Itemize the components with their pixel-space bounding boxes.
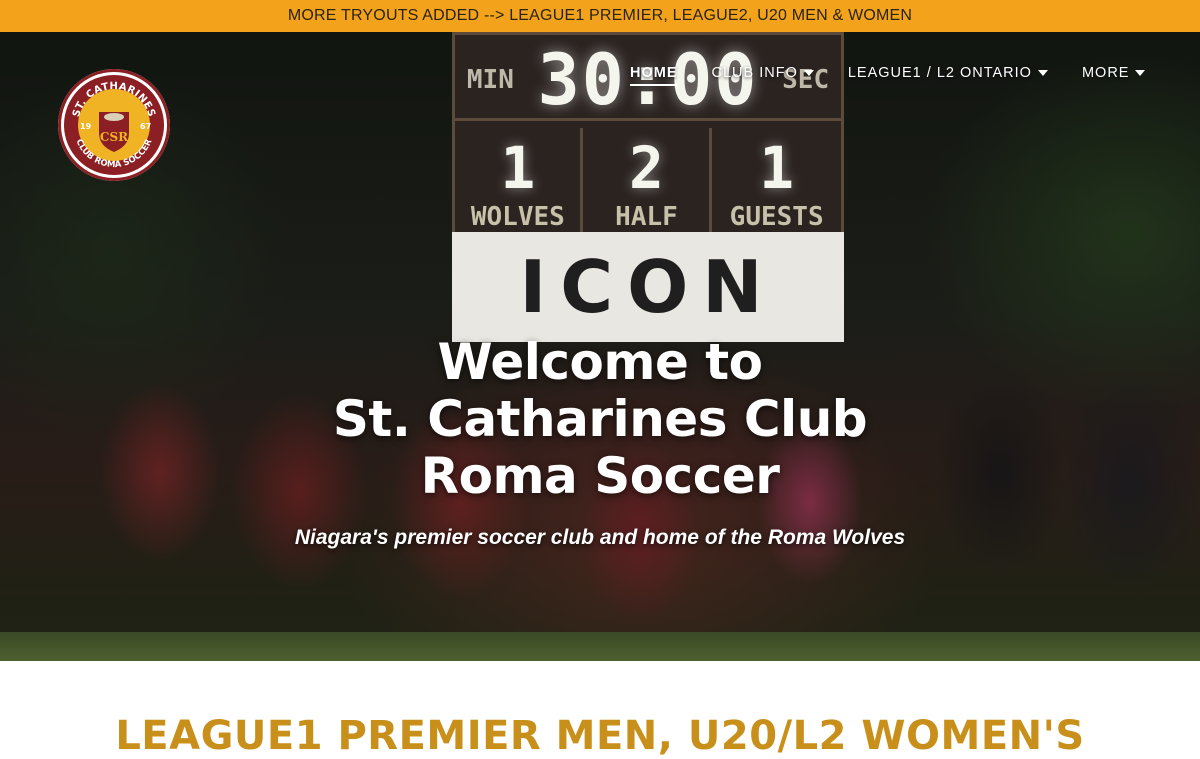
nav-item-label: LEAGUE1 / L2 ONTARIO [847,65,1032,81]
nav-item-home[interactable]: HOME [630,65,678,86]
chevron-down-icon [1037,70,1048,76]
hero-banner: MIN 30:00 SEC 1 WOLVES 2 HALF 1 GUESTS I… [0,32,1200,661]
scoreboard-sponsor-text: ICON [519,245,777,329]
section-heading: LEAGUE1 PREMIER MEN, U20/L2 WOMEN'S [115,713,1085,759]
scoreboard-home: 1 WOLVES [455,128,584,236]
hero-subtitle: Niagara's premier soccer club and home o… [294,526,906,549]
chevron-down-icon [803,70,814,76]
nav-item-label: MORE [1081,65,1130,81]
announcement-bar[interactable]: MORE TRYOUTS ADDED --> LEAGUE1 PREMIER, … [0,0,1200,32]
scoreboard-home-label: WOLVES [470,202,565,232]
scoreboard-sponsor-sign: ICON [452,232,844,342]
club-logo[interactable]: ST. CATHARINES CLUB ROMA SOCCER 19 67 CS… [58,69,170,181]
scoreboard-guest: 1 GUESTS [713,128,841,236]
nav-item-more[interactable]: MORE [1082,65,1146,81]
nav-item-league1-l2-ontario[interactable]: LEAGUE1 / L2 ONTARIO [848,65,1048,81]
logo-year-left: 19 [80,122,92,131]
nav-item-label: CLUB INFO [711,65,798,81]
hero-title-line3: Roma Soccer [420,447,780,505]
scoreboard-half: 2 HALF [584,128,712,236]
scoreboard-half-value: 2 [629,134,664,202]
hero-photo-grass [0,632,1200,661]
club-crest-icon: ST. CATHARINES CLUB ROMA SOCCER 19 67 CS… [62,73,166,177]
nav-item-label: HOME [630,65,678,81]
hero-title-line2: St. Catharines Club [332,390,868,448]
hero-title: Welcome to St. Catharines Club Roma Socc… [240,334,960,505]
main-nav: HOME CLUB INFO LEAGUE1 / L2 ONTARIO MORE [630,58,1146,88]
hero-title-line1: Welcome to [437,333,763,391]
nav-item-club-info[interactable]: CLUB INFO [712,65,814,81]
scoreboard-home-score: 1 [500,134,536,202]
logo-year-right: 67 [140,122,151,131]
scoreboard-guest-label: GUESTS [729,202,824,232]
scoreboard-guest-score: 1 [759,134,795,202]
chevron-down-icon [1135,70,1146,76]
announcement-text[interactable]: MORE TRYOUTS ADDED --> LEAGUE1 PREMIER, … [288,7,912,25]
scoreboard-half-label: HALF [615,202,678,232]
logo-monogram: CSR [100,130,129,144]
scoreboard-min-label: MIN [466,64,514,95]
